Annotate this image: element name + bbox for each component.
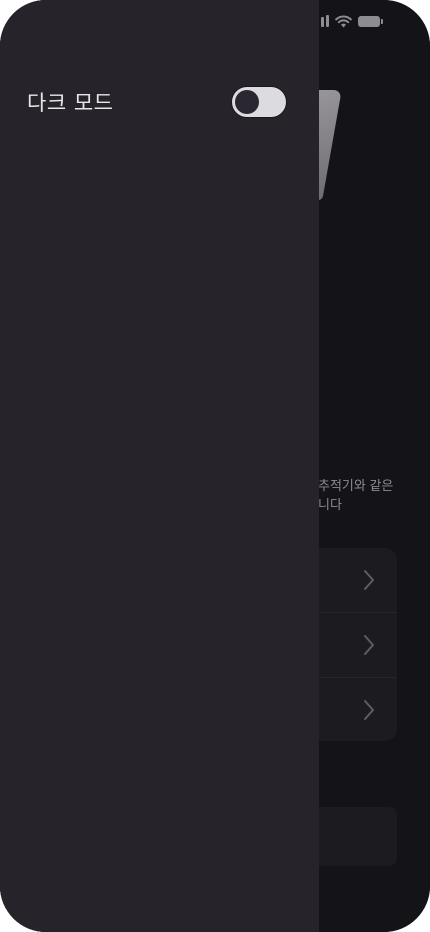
side-drawer: 다크 모드 bbox=[0, 0, 319, 932]
phone-screen: 추적기와 같은 니다 다크 모드 bbox=[0, 0, 430, 932]
description-line: 니다 bbox=[318, 497, 342, 512]
toggle-knob bbox=[235, 90, 259, 114]
chevron-right-icon bbox=[364, 570, 374, 590]
dark-mode-row: 다크 모드 bbox=[27, 84, 287, 120]
description-text: 추적기와 같은 니다 bbox=[318, 476, 413, 514]
chevron-right-icon bbox=[364, 700, 374, 720]
status-bar bbox=[311, 12, 383, 30]
battery-icon bbox=[358, 15, 383, 27]
description-line: 추적기와 같은 bbox=[318, 478, 394, 493]
dark-mode-toggle[interactable] bbox=[231, 86, 287, 118]
dark-mode-label: 다크 모드 bbox=[27, 91, 114, 115]
wifi-icon bbox=[335, 14, 352, 27]
chevron-right-icon bbox=[364, 635, 374, 655]
